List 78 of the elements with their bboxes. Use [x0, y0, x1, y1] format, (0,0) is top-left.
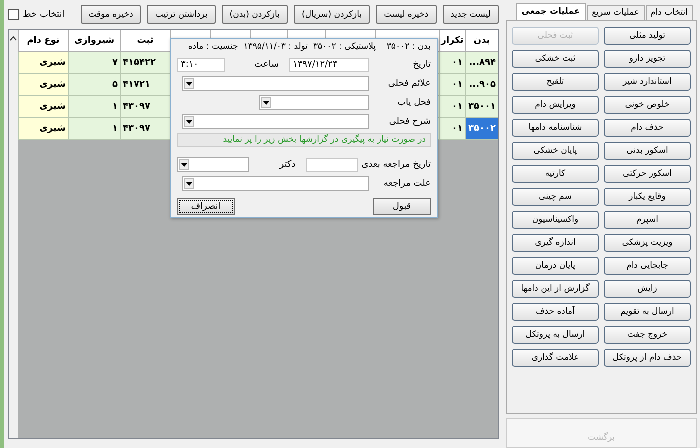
action-button[interactable]: خروج جفت — [604, 326, 691, 344]
field-label: دکتر — [280, 160, 296, 170]
table-cell: ۳۵۰۰۱ — [465, 96, 498, 118]
action-button[interactable]: زایش — [604, 280, 691, 298]
table-cell: ۵ — [68, 74, 120, 96]
notice-bar: در صورت نیاز به پیگیری در گزارشها بخش زیر را پر نمایید — [177, 133, 431, 147]
action-button[interactable]: کارتیه — [512, 165, 599, 183]
table-cell: ۴۳۰۹۷ — [120, 96, 170, 118]
action-button[interactable]: ویزیت پزشکی — [604, 234, 691, 252]
action-button[interactable]: شناسنامه دامها — [512, 119, 599, 137]
action-button[interactable]: واکسیناسیون — [512, 211, 599, 229]
cancel-button[interactable]: انصراف — [177, 198, 235, 215]
toolbar-button[interactable]: برداشتن ترتیب — [147, 5, 216, 24]
action-button[interactable]: تجویز دارو — [604, 50, 691, 68]
toolbar-button[interactable]: بازکردن (سریال) — [294, 5, 370, 24]
action-button[interactable]: تلقیح — [512, 73, 599, 91]
action-button[interactable]: خلوص خونی — [604, 96, 691, 114]
toolbar-button[interactable]: ذخیره موقت — [80, 5, 142, 24]
table-cell: شیری — [18, 74, 68, 96]
action-button[interactable]: سم چینی — [512, 188, 599, 206]
column-header[interactable]: تکرار — [439, 30, 465, 52]
field-label: تاریخ — [412, 60, 431, 70]
date-field[interactable]: ۱۳۹۷/۱۲/۲۴ — [289, 58, 369, 72]
column-header[interactable]: بدن — [465, 30, 498, 52]
action-button[interactable]: گزارش از این دامها — [512, 280, 599, 298]
action-button[interactable]: ارسال به تقویم — [604, 303, 691, 321]
tab[interactable]: عملیات سریع — [587, 5, 645, 20]
action-button[interactable]: علامت گذاری — [512, 349, 599, 367]
table-cell: شیری — [18, 96, 68, 118]
action-button[interactable]: پایان درمان — [512, 257, 599, 275]
action-button[interactable]: استاندارد شیر — [604, 73, 691, 91]
action-button[interactable]: ثبت خشکی — [512, 50, 599, 68]
toolbar-button[interactable]: لیست جدید — [442, 5, 499, 24]
column-header[interactable]: نوع دام — [18, 30, 68, 52]
table-cell: ۱ — [68, 118, 120, 140]
action-button[interactable]: تولید مثلی — [604, 27, 691, 45]
table-cell: ۱ — [68, 96, 120, 118]
action-button[interactable]: پایان خشکی — [512, 142, 599, 160]
table-cell: ۳۵۰۰۲ — [465, 118, 498, 140]
action-button[interactable]: اسکور بدنی — [604, 142, 691, 160]
action-button[interactable]: آماده حذف — [512, 303, 599, 321]
toolbar-button[interactable]: بازکردن (بدن) — [222, 5, 288, 24]
action-button[interactable]: ویرایش دام — [512, 96, 599, 114]
table-cell: شیری — [18, 52, 68, 74]
field-label: علت مراجعه — [382, 178, 431, 188]
action-button[interactable]: اندازه گیری — [512, 234, 599, 252]
table-cell: ۷ — [68, 52, 120, 74]
table-cell: شیری — [18, 118, 68, 140]
table-cell: ۰۱ — [439, 52, 465, 74]
column-header[interactable]: شیروازی — [68, 30, 120, 52]
field-label: علائم فحلی — [387, 78, 431, 88]
table-cell: ۰۱ — [439, 96, 465, 118]
field-label: فحل یاب — [396, 98, 431, 108]
time-field[interactable]: ۳:۱۰ — [177, 58, 225, 72]
action-button[interactable]: ارسال به پروتکل — [512, 326, 599, 344]
column-header[interactable]: ثبت — [120, 30, 170, 52]
action-button[interactable]: جابجایی دام — [604, 257, 691, 275]
field-label: ساعت — [254, 60, 279, 70]
action-button[interactable]: حذف دام — [604, 119, 691, 137]
action-button[interactable]: حذف دام از پروتکل — [604, 349, 691, 367]
field-label: تاریخ مراجعه بعدی — [362, 160, 431, 170]
table-cell: ۰۱ — [439, 118, 465, 140]
animal-info: بدن : ۳۵۰۰۲ پلاستیکی : ۳۵۰۰۲ تولد : ۱۳۹۵/۱۱/۰۳ جنسیت : ماده — [187, 42, 431, 52]
table-cell: ۴۱۵۴۲۲ — [120, 52, 170, 74]
table-cell: ۴۱۷۲۱ — [120, 74, 170, 96]
field-label: شرح فحلی — [388, 116, 431, 126]
ok-button[interactable]: قبول — [373, 198, 431, 215]
table-cell: ۹۰۵... — [465, 74, 498, 96]
action-button[interactable]: وقایع یکبار — [604, 188, 691, 206]
tab[interactable]: انتخاب دام — [646, 5, 693, 20]
toolbar-button[interactable]: ذخیره لیست — [376, 5, 437, 24]
table-cell: ۴۳۰۹۷ — [120, 118, 170, 140]
tab[interactable]: عملیات جمعی — [516, 3, 586, 20]
action-button[interactable]: اسپرم — [604, 211, 691, 229]
table-cell: ۰۱ — [439, 74, 465, 96]
table-cell: ۸۹۴... — [465, 52, 498, 74]
checkbox-label: انتخاب خط — [23, 10, 65, 20]
action-button[interactable]: اسکور حرکتی — [604, 165, 691, 183]
